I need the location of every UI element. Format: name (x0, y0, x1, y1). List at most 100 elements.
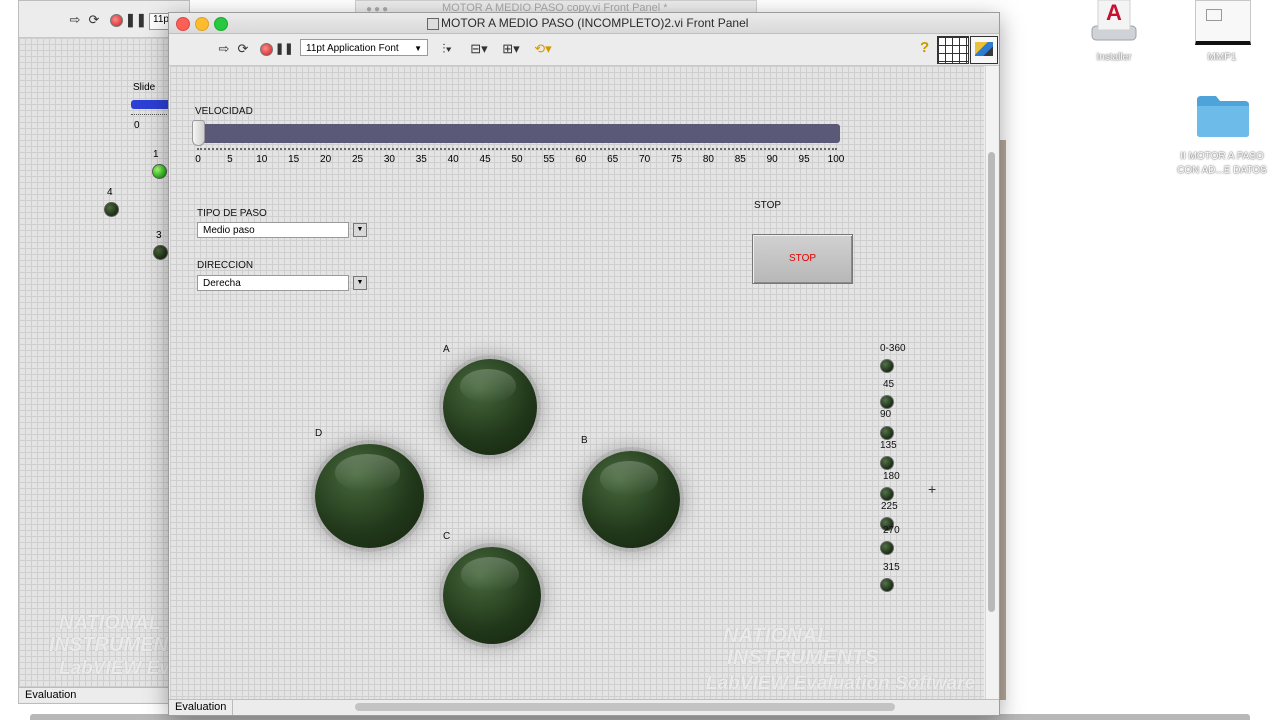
minimize-icon[interactable] (195, 17, 209, 31)
document-icon[interactable] (1195, 0, 1251, 45)
velocidad-tick-label: 95 (798, 154, 810, 165)
folder-icon[interactable] (1196, 94, 1250, 138)
vertical-scrollbar[interactable] (985, 66, 998, 699)
stop-label: STOP (754, 200, 782, 211)
vi-file-icon (427, 18, 439, 30)
zoom-icon[interactable] (214, 17, 228, 31)
direccion-dropdown-icon[interactable]: ▼ (353, 276, 367, 290)
coil-c-label: C (443, 531, 451, 542)
velocidad-slider[interactable] (194, 124, 840, 143)
velocidad-tick-label: 85 (734, 154, 746, 165)
back-led-1 (152, 164, 167, 179)
connector-pane-icon[interactable] (937, 36, 969, 64)
back-led-3 (153, 245, 168, 260)
slide-zero-label: 0 (134, 120, 140, 131)
titlebar[interactable]: MOTOR A MEDIO PASO (INCOMPLETO)2.vi Fron… (169, 13, 999, 34)
tipo-de-paso-label: TIPO DE PASO (197, 208, 267, 219)
velocidad-tick-label: 80 (702, 154, 714, 165)
pause-icon[interactable]: ❚❚ (275, 40, 293, 58)
coil-a-led (443, 359, 537, 455)
installer-icon[interactable]: A (1090, 0, 1138, 42)
reorder-icon[interactable]: ⟲▾ (531, 40, 555, 58)
horizontal-scrollbar[interactable] (355, 703, 895, 711)
run-arrow-icon[interactable]: ⇨ (66, 11, 84, 29)
angle-label: 225 (881, 501, 898, 512)
velocidad-label: VELOCIDAD (195, 106, 253, 117)
velocidad-tick-label: 5 (227, 154, 233, 165)
velocidad-tick-label: 15 (288, 154, 300, 165)
coil-a-label: A (443, 344, 450, 355)
slide-label: Slide (133, 82, 156, 93)
pause-icon[interactable]: ❚❚ (125, 11, 147, 29)
velocidad-tick-label: 60 (575, 154, 587, 165)
background-statusbar: Evaluation (19, 687, 169, 702)
angle-label: 90 (880, 409, 892, 420)
coil-b-label: B (581, 435, 588, 446)
angle-led (880, 578, 894, 592)
front-panel-statusbar: Evaluation (169, 699, 999, 715)
back-led-label: 1 (153, 149, 159, 160)
coil-c-led (443, 547, 541, 644)
velocidad-tick-label: 45 (479, 154, 491, 165)
velocidad-minor-ticks (197, 148, 837, 153)
direccion-label: DIRECCION (197, 260, 254, 271)
stop-button[interactable]: STOP (752, 234, 853, 284)
vertical-scrollbar-thumb[interactable] (988, 152, 995, 612)
angle-led (880, 426, 894, 440)
watermark-instruments: INSTRUMENTS (727, 646, 879, 669)
direccion-value: Derecha (203, 278, 241, 289)
angle-label: 135 (880, 440, 897, 451)
velocidad-tick-label: 70 (639, 154, 651, 165)
distribute-objects-icon[interactable]: ⊟▾ (467, 40, 491, 58)
coil-d-label: D (315, 428, 323, 439)
front-panel-window[interactable]: MOTOR A MEDIO PASO (INCOMPLETO)2.vi Fron… (168, 12, 1000, 716)
velocidad-tick-label: 65 (607, 154, 619, 165)
run-continuous-icon[interactable]: ⟳ (234, 40, 252, 58)
angle-led (880, 456, 894, 470)
angle-label: 270 (883, 525, 900, 536)
close-icon[interactable] (176, 17, 190, 31)
help-icon[interactable]: ? (920, 39, 929, 56)
velocidad-tick-label: 90 (766, 154, 778, 165)
slide-control[interactable] (131, 100, 171, 109)
velocidad-tick-label: 75 (670, 154, 683, 165)
direccion-select[interactable]: Derecha (197, 275, 349, 291)
tipo-de-paso-value: Medio paso (203, 225, 255, 236)
back-led-label: 4 (107, 187, 113, 198)
angle-led (880, 395, 894, 409)
angle-led (880, 487, 894, 501)
front-panel: VELOCIDAD 0 5 10 15 20 25 30 35 40 45 50 55 60 65 70 75… (170, 66, 984, 699)
desktop: A Installer MMP1 II MOTOR A PASO CON AD.… (0, 0, 1280, 720)
abort-execution-icon[interactable] (260, 43, 273, 56)
background-window[interactable]: ⇨ ⟳ ❚❚ 11p Slide 0 1 4 3 NATIONAL INSTRU… (18, 0, 328, 704)
window-title: MOTOR A MEDIO PASO (INCOMPLETO)2.vi Fron… (441, 16, 749, 30)
evaluation-text: Evaluation (169, 700, 233, 715)
font-select[interactable]: 11pt Application Font ▼ (300, 39, 428, 56)
background-toolbar: ⇨ ⟳ ❚❚ 11p (19, 1, 189, 38)
velocidad-tick-label: 40 (447, 154, 459, 165)
velocidad-slider-thumb[interactable] (192, 120, 205, 146)
installer-label: Installer (1096, 52, 1132, 63)
back-watermark-ni: NATIONAL (59, 612, 161, 634)
coil-b-led (582, 451, 680, 548)
coil-d-led (315, 444, 424, 548)
run-arrow-icon[interactable]: ⇨ (215, 40, 233, 58)
slide-ticks (131, 114, 171, 118)
folder-label: II MOTOR A PASO CON AD...E DATOS (1177, 151, 1267, 176)
tipo-de-paso-dropdown-icon[interactable]: ▼ (353, 223, 367, 237)
background-panel: Slide 0 1 4 3 NATIONAL INSTRUMENTS LabVI… (19, 38, 328, 688)
velocidad-tick-label: 35 (415, 154, 427, 165)
velocidad-tick-label: 100 (827, 154, 845, 165)
run-continuous-icon[interactable]: ⟳ (85, 11, 103, 29)
align-objects-icon[interactable]: ⫶▾ (435, 40, 459, 58)
cursor-crosshair-icon: + (928, 481, 937, 497)
angle-label: 45 (883, 379, 895, 390)
svg-text:A: A (1106, 0, 1122, 25)
resize-objects-icon[interactable]: ⊞▾ (499, 40, 523, 58)
velocidad-tick-label: 10 (256, 154, 268, 165)
angle-led (880, 359, 894, 373)
tipo-de-paso-select[interactable]: Medio paso (197, 222, 349, 238)
background-evaluation-text: Evaluation (25, 689, 77, 701)
vi-icon[interactable] (970, 36, 998, 64)
abort-icon[interactable] (110, 14, 123, 27)
